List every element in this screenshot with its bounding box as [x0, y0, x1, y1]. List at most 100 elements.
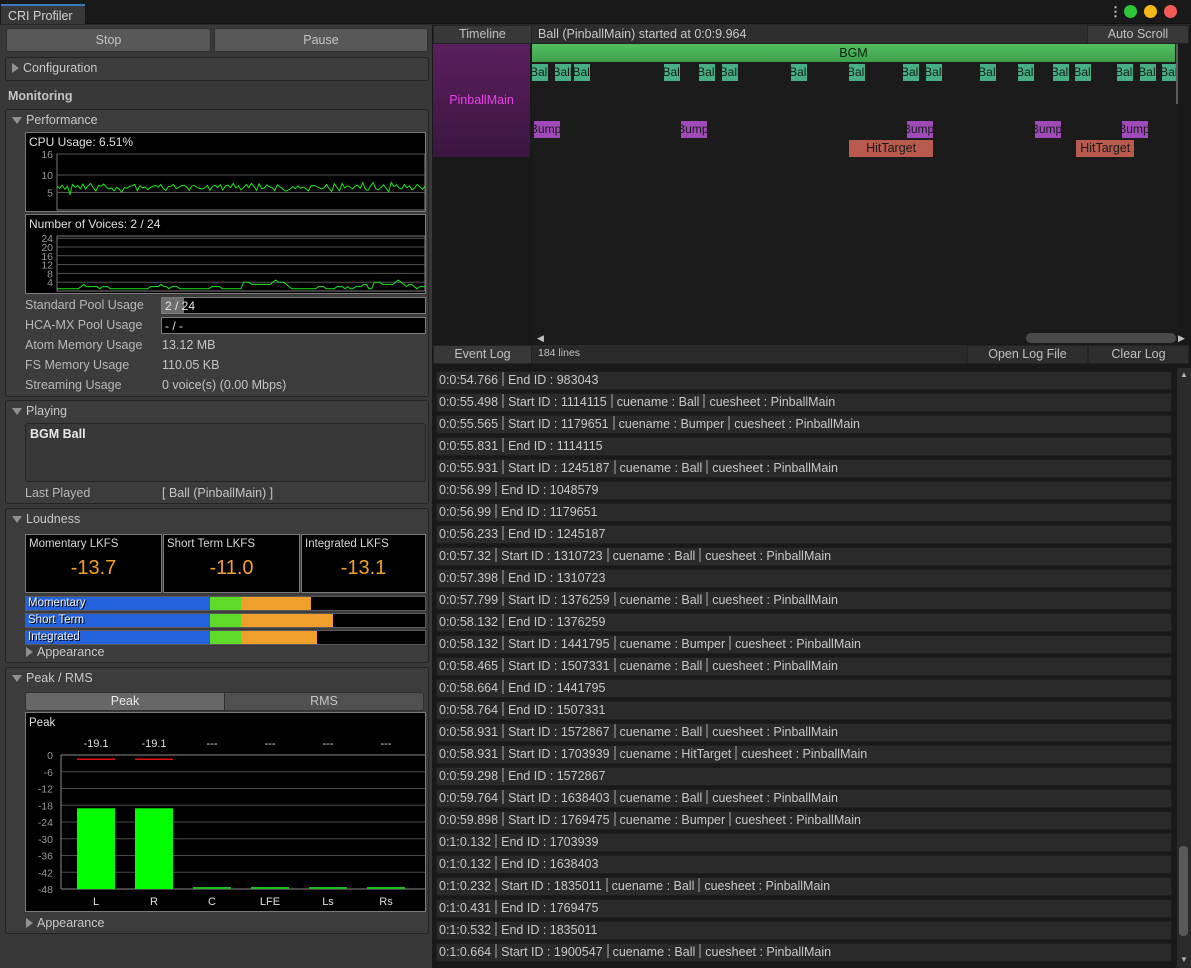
column-separator — [502, 702, 505, 716]
tab-rms[interactable]: RMS — [225, 693, 423, 710]
log-row[interactable]: 0:1:0.232 Start ID : 1835011 cuename : Bal… — [436, 877, 1172, 896]
log-row[interactable]: 0:0:58.931 Start ID : 1572867 cuename : Ba… — [436, 723, 1172, 742]
channel-label: Ls — [322, 896, 334, 908]
timeline-hscroll-thumb[interactable] — [1026, 333, 1176, 343]
playing-foldout[interactable]: Playing — [12, 404, 67, 418]
log-row[interactable]: 0:0:58.132 Start ID : 1441795 cuename : Bu… — [436, 635, 1172, 654]
clear-log-button[interactable]: Clear Log — [1088, 345, 1189, 364]
timeline-block-ball[interactable]: Ball — [664, 64, 681, 81]
log-cuesheet: cuesheet : PinballMain — [712, 791, 839, 805]
log-row[interactable]: 0:0:57.799 Start ID : 1376259 cuename : Ba… — [436, 591, 1172, 610]
loudness-bar: Short Term — [25, 613, 426, 628]
log-row[interactable]: 0:0:58.764 End ID : 1507331 — [436, 701, 1172, 720]
close-button[interactable] — [1164, 5, 1177, 18]
cpu-usage-graph: 16 10 5 CPU Usage: 6.51% — [25, 132, 426, 212]
event-log-scrollbar[interactable]: ▲ ▼ — [1177, 368, 1191, 968]
log-row[interactable]: 0:0:58.931 Start ID : 1703939 cuename : Hi… — [436, 745, 1172, 764]
track-label-pinballmain[interactable]: PinballMain — [433, 44, 530, 157]
timeline-block-ball[interactable]: Ball — [1075, 64, 1092, 81]
maximize-button[interactable] — [1124, 5, 1137, 18]
timeline-block-ball[interactable]: Ball — [903, 64, 919, 81]
timeline-block-ball[interactable]: Ball — [699, 64, 716, 81]
log-row[interactable]: 0:0:56.99 End ID : 1048579 — [436, 481, 1172, 500]
log-cuename: cuename : HitTarget — [619, 747, 732, 761]
tab-event-log[interactable]: Event Log — [433, 345, 532, 364]
pause-button[interactable]: Pause — [214, 28, 428, 52]
scroll-left-arrow-icon[interactable]: ◀ — [537, 333, 544, 344]
timeline-block-ball[interactable]: Ball — [1140, 64, 1157, 81]
log-row[interactable]: 0:1:0.532 End ID : 1835011 — [436, 921, 1172, 940]
plot-frame — [56, 153, 425, 211]
scroll-right-arrow-icon[interactable]: ▶ — [1178, 333, 1185, 344]
log-row[interactable]: 0:0:58.465 Start ID : 1507331 cuename : Ba… — [436, 657, 1172, 676]
peak-appearance-foldout[interactable]: Appearance — [26, 916, 104, 930]
timeline-block-ball[interactable]: Ball — [1052, 64, 1069, 81]
monitoring-heading: Monitoring — [8, 89, 73, 103]
scroll-up-arrow-icon[interactable]: ▲ — [1180, 370, 1188, 379]
timeline-block-bumper[interactable]: Bumper — [533, 121, 560, 138]
log-row[interactable]: 0:1:0.132 End ID : 1638403 — [436, 855, 1172, 874]
timeline-block-ball[interactable]: Ball — [980, 64, 997, 81]
column-separator — [699, 548, 702, 562]
peak-bar-r — [135, 808, 173, 889]
performance-foldout[interactable]: Performance — [12, 113, 98, 127]
column-separator — [502, 372, 505, 386]
log-row[interactable]: 0:1:0.431 End ID : 1769475 — [436, 899, 1172, 918]
log-time: 0:0:56.99 — [439, 483, 492, 497]
stop-button[interactable]: Stop — [6, 28, 211, 52]
log-row[interactable]: 0:0:59.764 Start ID : 1638403 cuename : Ba… — [436, 789, 1172, 808]
timeline-block-ball[interactable]: Ball — [1018, 64, 1035, 81]
tab-peak[interactable]: Peak — [26, 693, 225, 710]
y-tick-label: -12 — [38, 784, 53, 796]
timeline-block-ball[interactable]: Ball — [926, 64, 943, 81]
timeline-block-ball[interactable]: Ball — [1117, 64, 1134, 81]
timeline-block-ball[interactable]: Ball — [721, 64, 738, 81]
tab-timeline[interactable]: Timeline — [433, 25, 532, 44]
column-separator — [729, 636, 732, 650]
y-tick-label: -42 — [38, 867, 53, 879]
log-cuename: cuename : Ball — [619, 791, 703, 805]
log-row[interactable]: 0:0:55.831 End ID : 1114115 — [436, 437, 1172, 456]
timeline-block-hittarget[interactable]: HitTarget — [1075, 140, 1135, 157]
auto-scroll-button[interactable]: Auto Scroll — [1087, 25, 1189, 44]
log-row[interactable]: 0:0:57.398 End ID : 1310723 — [436, 569, 1172, 588]
open-log-file-button[interactable]: Open Log File — [967, 345, 1088, 364]
log-row[interactable]: 0:0:59.298 End ID : 1572867 — [436, 767, 1172, 786]
event-log-list: 0:0:54.766 End ID : 983043 0:0:55.498 Start… — [432, 368, 1176, 968]
timeline-block-ball[interactable]: Ball — [532, 64, 548, 81]
log-row[interactable]: 0:0:58.132 End ID : 1376259 — [436, 613, 1172, 632]
scroll-down-arrow-icon[interactable]: ▼ — [1180, 955, 1188, 964]
log-row[interactable]: 0:0:59.898 Start ID : 1769475 cuename : Bu… — [436, 811, 1172, 830]
log-row[interactable]: 0:0:55.498 Start ID : 1114115 cuename : Ba… — [436, 393, 1172, 412]
timeline-block-bumper[interactable]: Bumper — [1034, 121, 1061, 138]
log-row[interactable]: 0:0:55.931 Start ID : 1245187 cuename : Ba… — [436, 459, 1172, 478]
configuration-foldout[interactable]: Configuration — [5, 57, 429, 81]
timeline-block-bumper[interactable]: Bumper — [906, 121, 933, 138]
timeline-block-ball[interactable]: Ball — [554, 64, 571, 81]
log-row[interactable]: 0:1:0.132 End ID : 1703939 — [436, 833, 1172, 852]
timeline-block-ball[interactable]: Ball — [848, 64, 865, 81]
event-log-scroll-thumb[interactable] — [1179, 846, 1188, 936]
timeline-block-ball[interactable]: Ball — [791, 64, 808, 81]
loudness-appearance-foldout[interactable]: Appearance — [26, 645, 104, 659]
kebab-menu-icon[interactable]: ⋮ — [1109, 5, 1122, 18]
timeline-block-ball[interactable]: Ball — [574, 64, 591, 81]
log-cuesheet: cuesheet : PinballMain — [705, 945, 832, 959]
timeline-block-bumper[interactable]: Bumper — [1122, 121, 1149, 138]
timeline-block-bumper[interactable]: Bumper — [681, 121, 708, 138]
log-row[interactable]: 0:0:56.99 End ID : 1179651 — [436, 503, 1172, 522]
timeline-vscroll-thumb[interactable] — [1176, 44, 1178, 104]
log-row[interactable]: 0:0:54.766 End ID : 983043 — [436, 371, 1172, 390]
minimize-button[interactable] — [1144, 5, 1157, 18]
tab-cri-profiler[interactable]: CRI Profiler — [1, 4, 85, 24]
log-row[interactable]: 0:0:57.32 Start ID : 1310723 cuename : Bal… — [436, 547, 1172, 566]
timeline-track-area[interactable] — [532, 44, 1178, 344]
log-row[interactable]: 0:0:56.233 End ID : 1245187 — [436, 525, 1172, 544]
timeline-block-bgm[interactable]: BGM — [532, 44, 1175, 62]
log-row[interactable]: 0:1:0.664 Start ID : 1900547 cuename : Bal… — [436, 943, 1172, 962]
loudness-foldout[interactable]: Loudness — [12, 512, 80, 526]
timeline-block-hittarget[interactable]: HitTarget — [848, 140, 934, 157]
log-row[interactable]: 0:0:55.565 Start ID : 1179651 cuename : Bu… — [436, 415, 1172, 434]
peak-rms-foldout[interactable]: Peak / RMS — [12, 671, 93, 685]
log-row[interactable]: 0:0:58.664 End ID : 1441795 — [436, 679, 1172, 698]
